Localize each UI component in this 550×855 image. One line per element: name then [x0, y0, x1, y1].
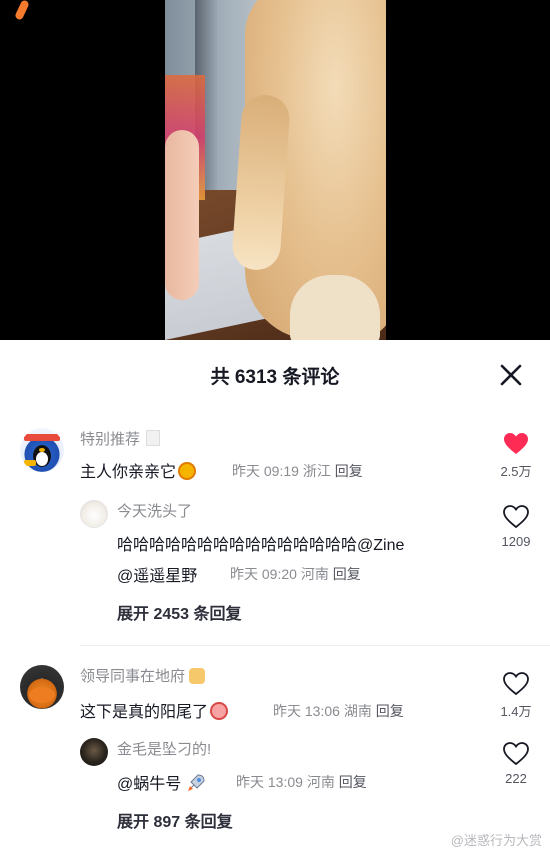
reply-button[interactable]: 回复: [335, 463, 363, 479]
like-button[interactable]: 222: [491, 742, 541, 786]
mention-link[interactable]: @Zine: [357, 537, 404, 554]
close-icon[interactable]: [496, 360, 526, 390]
reply-username[interactable]: 金毛是坠刁的!: [117, 738, 211, 759]
watermark: @迷惑行为大赏: [450, 833, 542, 848]
rocket-emoji-icon: [186, 773, 206, 793]
badge-icon: [146, 430, 161, 446]
cry-emoji-icon: [210, 702, 229, 720]
reply-button[interactable]: 回复: [333, 566, 361, 582]
pray-emoji-icon: [189, 668, 206, 684]
reply-time: 昨天 09:20: [230, 566, 297, 582]
avatar[interactable]: [80, 500, 108, 528]
reply-button[interactable]: 回复: [339, 774, 367, 790]
comments-header: 共 6313 条评论: [0, 340, 550, 410]
heart-outline-icon: [503, 672, 529, 696]
svg-text:·: ·: [41, 676, 43, 683]
avatar[interactable]: [80, 738, 108, 766]
expand-replies-button[interactable]: 展开 2453 条回复: [117, 600, 242, 624]
comments-sheet: 共 6313 条评论 特别推荐 主人你亲亲它 昨天 09:19 浙江 回复 2.…: [0, 340, 550, 855]
reply-text[interactable]: @蜗牛号: [117, 770, 206, 794]
mention-link[interactable]: @蜗牛号: [117, 776, 181, 793]
like-button[interactable]: 1209: [491, 505, 541, 549]
like-count: 1209: [501, 534, 531, 549]
like-count: 1.4万: [500, 704, 532, 719]
like-button[interactable]: 2.5万: [491, 432, 541, 480]
divider: [80, 645, 550, 646]
video-frame: [165, 0, 386, 340]
comment-text[interactable]: 主人你亲亲它: [80, 458, 197, 482]
reply-button[interactable]: 回复: [376, 703, 404, 719]
video-player[interactable]: [0, 0, 550, 340]
like-count: 222: [505, 771, 527, 786]
comment-text[interactable]: 这下是真的阳尾了: [80, 698, 229, 722]
avatar[interactable]: [20, 428, 64, 472]
reply-meta: 昨天 09:20 河南 回复: [230, 564, 361, 584]
heart-outline-icon: [503, 505, 529, 529]
video-overlay-mark: [14, 0, 30, 21]
comment-username[interactable]: 特别推荐: [80, 428, 161, 449]
comment-location: 湖南: [343, 703, 372, 719]
reply-time: 昨天 13:09: [236, 774, 303, 790]
comments-count-title: 共 6313 条评论: [210, 367, 340, 388]
heart-outline-icon: [503, 742, 529, 766]
reply-location: 河南: [300, 566, 329, 582]
reply-meta: 昨天 13:09 河南 回复: [236, 772, 367, 792]
comment-location: 浙江: [302, 463, 331, 479]
like-count: 2.5万: [500, 464, 532, 479]
video-hand: [165, 130, 199, 300]
reply-mention-line[interactable]: @遥遥星野: [117, 562, 197, 586]
comment-meta: 昨天 13:06 湖南 回复: [273, 701, 404, 721]
avatar[interactable]: ·: [20, 665, 64, 709]
mention-link[interactable]: @遥遥星野: [117, 568, 197, 585]
comment-username[interactable]: 领导同事在地府: [80, 665, 206, 686]
heart-filled-icon: [504, 433, 528, 454]
comment-meta: 昨天 09:19 浙江 回复: [232, 461, 363, 481]
grin-emoji-icon: [178, 462, 197, 480]
reply-text[interactable]: 哈哈哈哈哈哈哈哈哈哈哈哈哈哈哈@Zine: [117, 531, 404, 555]
expand-replies-button[interactable]: 展开 897 条回复: [117, 808, 233, 832]
reply-location: 河南: [306, 774, 335, 790]
comment-time: 昨天 13:06: [273, 703, 340, 719]
reply-username[interactable]: 今天洗头了: [117, 500, 192, 521]
like-button[interactable]: 1.4万: [491, 672, 541, 720]
comment-time: 昨天 09:19: [232, 463, 299, 479]
